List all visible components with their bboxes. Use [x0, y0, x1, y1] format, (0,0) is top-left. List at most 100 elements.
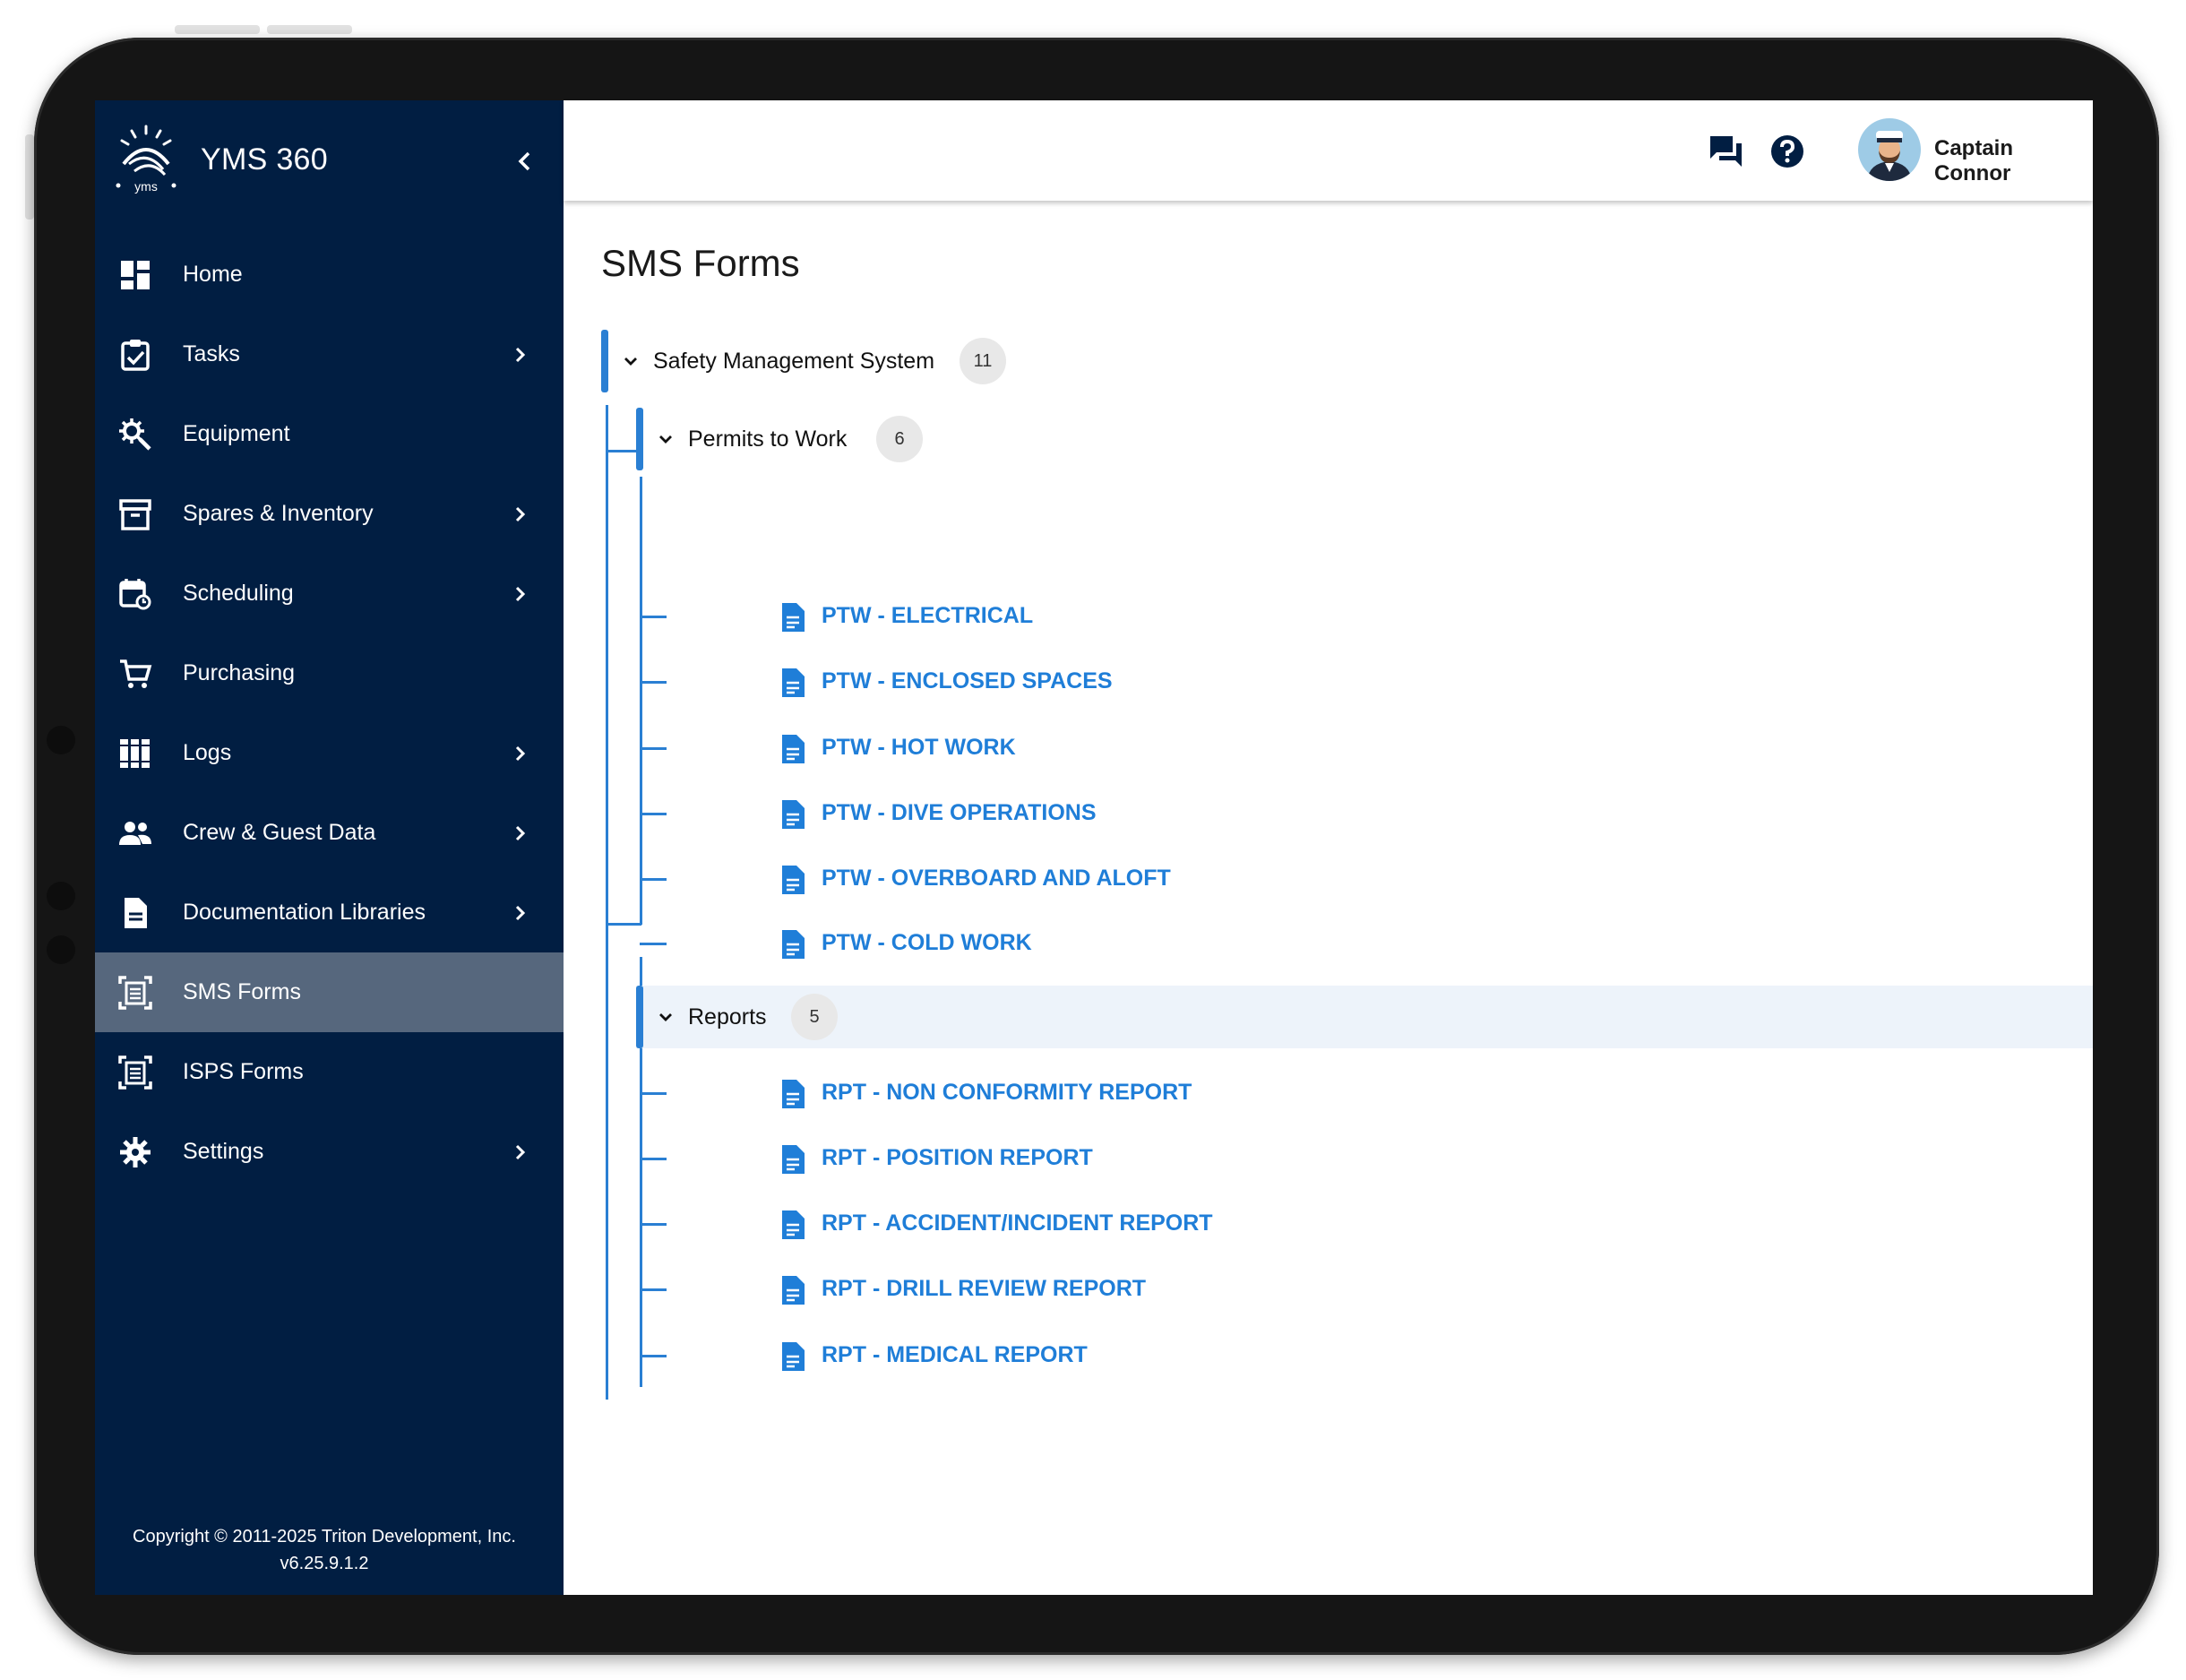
sidebar-item-label: SMS Forms [183, 979, 301, 1004]
chat-icon[interactable] [1708, 133, 1745, 170]
sidebar-item-label: Purchasing [183, 660, 296, 685]
form-item[interactable]: PTW - COLD WORK [780, 920, 1407, 965]
form-item-label[interactable]: PTW - HOT WORK [822, 735, 1016, 761]
tree-node-root[interactable]: Safety Management System 11 [601, 330, 1049, 392]
form-scan-icon [118, 976, 152, 1010]
sidebar-item-tasks[interactable]: Tasks [95, 314, 564, 394]
tree-line [606, 923, 641, 926]
form-item[interactable]: PTW - HOT WORK [780, 725, 1407, 770]
document-icon [782, 1276, 805, 1305]
sidebar-item-scheduling[interactable]: Scheduling [95, 554, 564, 633]
count-badge: 11 [960, 338, 1006, 384]
form-item[interactable]: PTW - ENCLOSED SPACES [780, 659, 1407, 703]
count-badge: 6 [876, 416, 923, 462]
form-item-label[interactable]: PTW - ENCLOSED SPACES [822, 668, 1113, 694]
tree-line [640, 1158, 667, 1160]
sidebar-item-label: Documentation Libraries [183, 900, 426, 925]
form-item[interactable]: PTW - ELECTRICAL [780, 593, 1407, 638]
form-item[interactable]: PTW - OVERBOARD AND ALOFT [780, 856, 1407, 900]
document-icon [125, 898, 147, 928]
app-title: YMS 360 [201, 142, 328, 177]
tree-node-label: Safety Management System [653, 348, 935, 374]
tree-node-accent [636, 986, 643, 1048]
document-icon [782, 866, 805, 894]
form-item-label[interactable]: RPT - DRILL REVIEW REPORT [822, 1276, 1146, 1302]
tree-node-accent [601, 330, 608, 392]
help-icon[interactable] [1769, 133, 1806, 170]
dashboard-icon [121, 261, 150, 289]
sidebar-item-sms-forms[interactable]: SMS Forms [95, 952, 564, 1032]
sidebar-item-crew-guest-data[interactable]: Crew & Guest Data [95, 793, 564, 873]
form-item[interactable]: RPT - NON CONFORMITY REPORT [780, 1070, 1497, 1115]
form-item[interactable]: RPT - DRILL REVIEW REPORT [780, 1266, 1497, 1311]
people-icon [119, 822, 151, 845]
version-text: v6.25.9.1.2 [280, 1554, 369, 1573]
chevron-down-icon[interactable] [656, 1007, 676, 1027]
sidebar-item-home[interactable]: Home [95, 235, 564, 314]
tree-line [606, 405, 608, 1400]
brand: yms YMS 360 [111, 124, 328, 195]
tree-node-permits-to-work[interactable]: Permits to Work 6 [636, 408, 977, 470]
top-bar: Captain Connor [564, 100, 2093, 201]
form-item-label[interactable]: PTW - DIVE OPERATIONS [822, 800, 1097, 826]
collapse-sidebar-button[interactable] [509, 145, 541, 177]
tree-line [640, 943, 667, 945]
tree-line [640, 1223, 667, 1226]
document-icon [782, 1342, 805, 1371]
sidebar-item-purchasing[interactable]: Purchasing [95, 633, 564, 713]
form-item[interactable]: RPT - POSITION REPORT [780, 1135, 1497, 1180]
clipboard-check-icon [121, 340, 150, 371]
copyright: Copyright © 2011-2025 Triton Development… [95, 1523, 554, 1577]
tree-line [640, 813, 667, 815]
form-item[interactable]: PTW - DIVE OPERATIONS [780, 790, 1407, 835]
sidebar-item-equipment[interactable]: Equipment [95, 394, 564, 474]
document-icon [782, 1145, 805, 1174]
chevron-right-icon [515, 586, 526, 602]
tree-line [640, 616, 667, 618]
sidebar-item-label: Spares & Inventory [183, 501, 374, 526]
form-item-label[interactable]: RPT - NON CONFORMITY REPORT [822, 1080, 1192, 1106]
count-badge: 5 [791, 994, 838, 1040]
sidebar-item-spares-inventory[interactable]: Spares & Inventory [95, 474, 564, 554]
sidebar: yms YMS 360 Home Tasks Equipment Spares … [95, 100, 564, 1595]
form-item[interactable]: RPT - ACCIDENT/INCIDENT REPORT [780, 1201, 1497, 1245]
chevron-down-icon[interactable] [656, 429, 676, 449]
form-item-label[interactable]: RPT - ACCIDENT/INCIDENT REPORT [822, 1210, 1213, 1236]
form-item-label[interactable]: PTW - ELECTRICAL [822, 603, 1033, 629]
svg-text:yms: yms [134, 179, 158, 194]
sidebar-item-label: Equipment [183, 421, 290, 446]
form-item-label[interactable]: RPT - MEDICAL REPORT [822, 1342, 1088, 1368]
gear-icon [120, 1137, 151, 1167]
camera-dot [47, 726, 75, 754]
captain-avatar-icon [1867, 131, 1912, 181]
chevron-right-icon [515, 905, 526, 921]
sidebar-item-label: Crew & Guest Data [183, 820, 376, 845]
document-icon [782, 735, 805, 763]
chevron-right-icon [515, 506, 526, 522]
sidebar-item-label: Home [183, 262, 243, 287]
tree-line [640, 1355, 667, 1357]
user-name[interactable]: Captain Connor [1934, 136, 2093, 186]
form-item[interactable]: RPT - MEDICAL REPORT [780, 1332, 1497, 1377]
tree-node-accent [636, 408, 643, 470]
sidebar-item-documentation-libraries[interactable]: Documentation Libraries [95, 873, 564, 952]
chevron-right-icon [515, 347, 526, 363]
document-icon [782, 1210, 805, 1239]
sidebar-item-settings[interactable]: Settings [95, 1112, 564, 1192]
form-item-label[interactable]: RPT - POSITION REPORT [822, 1145, 1093, 1171]
document-icon [782, 668, 805, 697]
form-item-label[interactable]: PTW - COLD WORK [822, 930, 1032, 956]
sidebar-item-isps-forms[interactable]: ISPS Forms [95, 1032, 564, 1112]
document-icon [782, 930, 805, 959]
form-item-label[interactable]: PTW - OVERBOARD AND ALOFT [822, 866, 1171, 892]
chevron-down-icon[interactable] [621, 351, 641, 371]
sidebar-item-label: Scheduling [183, 581, 294, 606]
shopping-cart-icon [120, 659, 152, 688]
avatar[interactable] [1858, 118, 1921, 181]
tree-node-label: Reports [688, 1004, 767, 1030]
volume-button-top [175, 25, 260, 34]
tree-node-reports[interactable]: Reports 5 [636, 986, 2093, 1048]
document-icon [782, 800, 805, 829]
sidebar-item-logs[interactable]: Logs [95, 713, 564, 793]
gear-search-icon [119, 418, 151, 451]
